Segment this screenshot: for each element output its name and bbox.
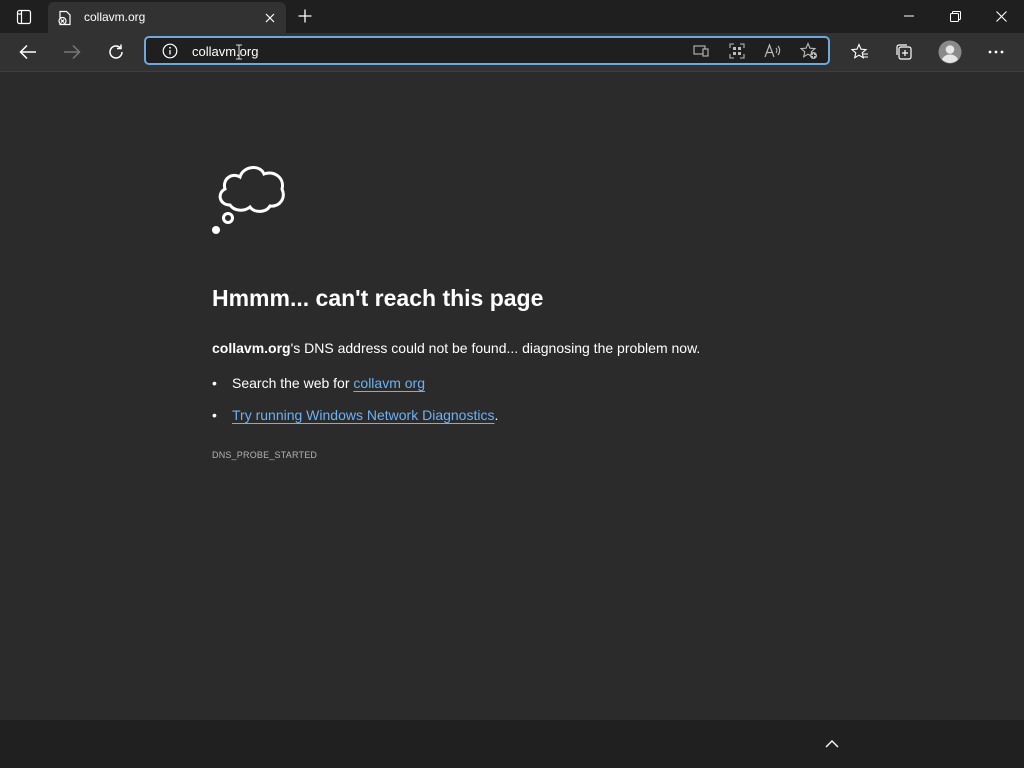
profile-avatar-icon[interactable] — [935, 37, 965, 67]
error-page-icon — [57, 10, 73, 26]
more-icon[interactable] — [981, 37, 1011, 67]
favorites-icon[interactable] — [845, 37, 875, 67]
address-bar[interactable] — [144, 36, 830, 65]
qr-code-icon[interactable] — [726, 41, 748, 61]
add-favorite-icon[interactable] — [798, 41, 820, 61]
error-host: collavm.org — [212, 340, 291, 356]
suggestion-text: Search the web for — [232, 375, 354, 391]
list-item: • Try running Windows Network Diagnostic… — [212, 406, 498, 438]
vertical-tabs-icon[interactable] — [8, 6, 40, 28]
restore-icon[interactable] — [932, 0, 978, 32]
tab-strip: collavm.org — [0, 0, 1024, 33]
bullet: • — [212, 375, 217, 391]
bullet: • — [212, 407, 217, 423]
forward-arrow-icon[interactable] — [57, 37, 87, 67]
text-cursor-icon — [235, 44, 243, 60]
app-available-icon[interactable] — [690, 41, 712, 61]
network-diagnostics-link[interactable]: Try running Windows Network Diagnostics — [232, 407, 494, 423]
refresh-icon[interactable] — [101, 37, 131, 67]
toolbar — [0, 33, 1024, 72]
back-arrow-icon[interactable] — [13, 37, 43, 67]
minimize-icon[interactable] — [886, 0, 932, 32]
bottom-bar — [0, 720, 1024, 768]
chevron-up-icon[interactable] — [818, 732, 846, 756]
browser-tab[interactable]: collavm.org — [48, 2, 286, 33]
list-item: • Search the web for collavm org — [212, 374, 498, 406]
search-web-link[interactable]: collavm org — [353, 375, 425, 391]
error-message: collavm.org's DNS address could not be f… — [212, 340, 700, 356]
address-input[interactable] — [192, 43, 592, 59]
suggestion-suffix: . — [494, 407, 499, 423]
error-code: DNS_PROBE_STARTED — [212, 450, 318, 460]
collections-icon[interactable] — [889, 37, 919, 67]
plus-icon[interactable] — [292, 4, 318, 28]
error-page: Hmmm... can't reach this page collavm.or… — [0, 72, 1024, 720]
site-info-icon[interactable] — [162, 43, 178, 59]
close-icon[interactable] — [261, 9, 279, 27]
tab-title: collavm.org — [84, 10, 146, 24]
close-icon[interactable] — [978, 0, 1024, 32]
thought-bubble-icon — [210, 162, 290, 238]
read-aloud-icon[interactable] — [762, 41, 784, 61]
suggestions-list: • Search the web for collavm org • Try r… — [212, 374, 498, 438]
error-message-text: 's DNS address could not be found... dia… — [290, 340, 701, 356]
page-title: Hmmm... can't reach this page — [212, 285, 544, 311]
